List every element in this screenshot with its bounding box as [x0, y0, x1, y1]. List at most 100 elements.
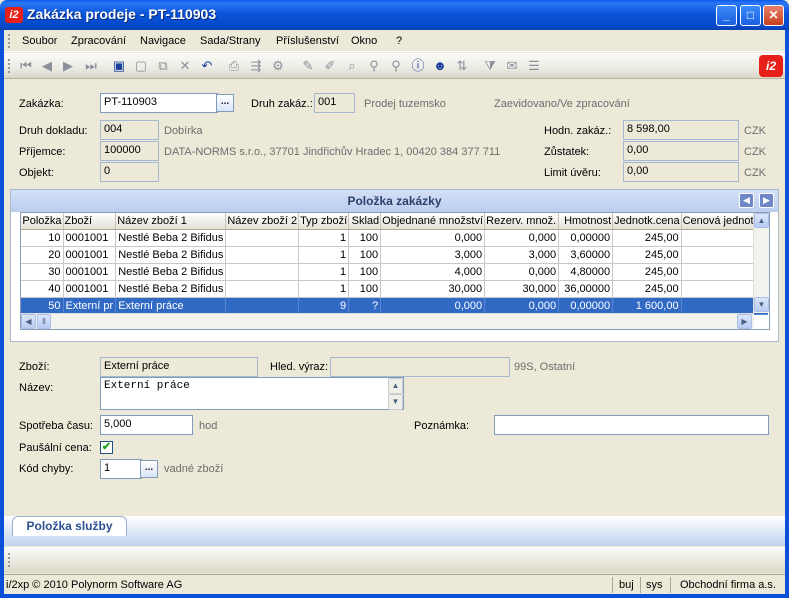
menu-sada-strany[interactable]: Sada/Strany [200, 35, 261, 47]
grid-cell[interactable] [225, 263, 300, 281]
druh-dokladu-field[interactable]: 004 [100, 120, 159, 140]
grid-cell[interactable]: 0001001 [63, 229, 117, 247]
prijemce-field[interactable]: 100000 [100, 141, 159, 161]
druh-zakaz-field[interactable]: 001 [314, 93, 355, 113]
toolbar-grip-icon[interactable] [8, 59, 11, 73]
grid-column-header[interactable]: Sklad [348, 213, 382, 230]
grid-cell[interactable]: ? [348, 297, 382, 315]
spotreba-casu-field[interactable]: 5,000 [100, 415, 193, 435]
menu-navigace[interactable]: Navigace [140, 35, 186, 47]
grid-cell[interactable]: 100 [348, 263, 382, 281]
zoom-icon[interactable]: ⌕ [344, 58, 360, 74]
grid-cell[interactable]: 3,000 [380, 246, 486, 264]
attachment-icon[interactable]: ✉ [504, 58, 520, 74]
grid-cell[interactable]: 36,00000 [558, 280, 614, 298]
scroll-thumb[interactable]: ⦀ [37, 314, 51, 329]
grid-cell[interactable] [225, 246, 300, 264]
grid-cell[interactable]: 0001001 [63, 246, 117, 264]
grid-column-header[interactable]: Název zboží 2 [225, 213, 300, 230]
grid-cell[interactable]: 30 [21, 263, 64, 281]
menu-help[interactable]: ? [396, 35, 402, 47]
grid-cell[interactable]: 245,00 [612, 246, 682, 264]
delete-icon[interactable]: ✕ [177, 58, 193, 74]
grid-cell[interactable] [225, 229, 300, 247]
app-logo-toolbar-icon[interactable]: i2 [759, 55, 783, 77]
grid-cell[interactable]: 100 [348, 280, 382, 298]
bottom-toolbar-grip-icon[interactable] [8, 553, 11, 567]
previous-record-icon[interactable]: ◀ [39, 58, 55, 74]
maximize-button[interactable]: □ [740, 5, 761, 26]
grid-cell[interactable]: 4,80000 [558, 263, 614, 281]
hled-vyraz-field[interactable] [330, 357, 510, 377]
scroll-down-icon[interactable]: ▼ [754, 297, 769, 312]
filter-icon[interactable]: ⧩ [482, 58, 498, 74]
scroll-right-icon[interactable]: ▶ [737, 314, 752, 329]
export-icon[interactable]: ⇶ [248, 58, 264, 74]
grid-column-header[interactable]: Rezerv. množ. [484, 213, 560, 230]
grid-cell[interactable]: Externí práce [115, 297, 227, 315]
grid-cell[interactable]: 0,000 [484, 229, 560, 247]
grid-cell[interactable]: 100 [348, 229, 382, 247]
items-grid[interactable]: Položka Zboží Název zboží 1 Název zboží 2 Ty… [20, 212, 770, 330]
grid-cell[interactable]: 30,000 [380, 280, 486, 298]
menu-soubor[interactable]: Soubor [22, 35, 57, 47]
grid-cell[interactable]: 0,000 [380, 297, 486, 315]
grid-column-header[interactable]: Hmotnost [558, 213, 614, 230]
panel-next-icon[interactable]: ▶ [759, 193, 774, 208]
grid-cell[interactable]: Nestlé Beba 2 Bifidus [115, 229, 227, 247]
grid-cell[interactable]: 245,00 [612, 280, 682, 298]
edit2-icon[interactable]: ✐ [322, 58, 338, 74]
grid-cell[interactable]: 245,00 [612, 263, 682, 281]
zakazka-field[interactable]: PT-110903 [100, 93, 218, 113]
list-icon[interactable]: ☰ [526, 58, 542, 74]
table-row[interactable]: 30 0001001 Nestlé Beba 2 Bifidus 1 100 4,000 0… [21, 263, 768, 281]
grid-cell[interactable]: 3,000 [484, 246, 560, 264]
grid-cell[interactable]: Externí pr [63, 297, 117, 315]
last-record-icon[interactable]: ⏭ [83, 58, 99, 74]
menu-prislusenstvi[interactable]: Příslušenství [276, 35, 339, 47]
grid-column-header[interactable]: Zboží [63, 213, 117, 230]
grid-cell[interactable]: 40 [21, 280, 64, 298]
grid-cell[interactable]: 1 600,00 [612, 297, 682, 315]
table-row[interactable]: 20 0001001 Nestlé Beba 2 Bifidus 1 100 3,000 3… [21, 246, 768, 264]
menu-zpracovani[interactable]: Zpracování [71, 35, 126, 47]
tab-polozka-sluzby[interactable]: Položka služby [12, 516, 127, 536]
grid-cell[interactable]: 3,60000 [558, 246, 614, 264]
grid-cell[interactable]: 0,000 [484, 297, 560, 315]
scroll-left-icon[interactable]: ◀ [21, 314, 36, 329]
settings-icon[interactable]: ⚙ [270, 58, 286, 74]
scroll-up-icon[interactable]: ▲ [754, 213, 769, 228]
grid-cell[interactable]: 100 [348, 246, 382, 264]
grid-column-header[interactable]: Položka [21, 213, 64, 230]
grid-cell[interactable]: 0,000 [380, 229, 486, 247]
close-button[interactable]: ✕ [763, 5, 784, 26]
grid-cell[interactable] [225, 280, 300, 298]
grid-cell[interactable]: 0001001 [63, 263, 117, 281]
grid-cell[interactable]: 0001001 [63, 280, 117, 298]
undo-icon[interactable]: ↶ [199, 58, 215, 74]
grid-column-header[interactable]: Název zboží 1 [115, 213, 227, 230]
title-bar[interactable]: i2 Zakázka prodeje - PT-110903 _ □ ✕ [0, 0, 789, 30]
poznamka-field[interactable] [494, 415, 769, 435]
kod-chyby-lookup-button[interactable]: ... [140, 460, 158, 478]
zakazka-lookup-button[interactable]: ... [216, 94, 234, 112]
grid-cell[interactable]: Nestlé Beba 2 Bifidus [115, 280, 227, 298]
grid-cell[interactable] [225, 297, 300, 315]
zbozi-field[interactable]: Externí práce [100, 357, 258, 377]
table-row[interactable]: 10 0001001 Nestlé Beba 2 Bifidus 1 100 0,000 0… [21, 229, 768, 247]
grid-vertical-scrollbar[interactable]: ▲ ▼ [753, 213, 769, 313]
grid-cell[interactable]: Nestlé Beba 2 Bifidus [115, 246, 227, 264]
pausalni-cena-checkbox[interactable]: ✔ [100, 441, 113, 454]
grid-cell[interactable]: 0,00000 [558, 297, 614, 315]
info-icon[interactable]: ⓘ [410, 58, 426, 74]
panel-prev-icon[interactable]: ◀ [739, 193, 754, 208]
grid-cell[interactable]: 245,00 [612, 229, 682, 247]
grid-cell[interactable]: Nestlé Beba 2 Bifidus [115, 263, 227, 281]
grid-cell[interactable]: 0,000 [484, 263, 560, 281]
grid-cell[interactable]: 1 [298, 246, 350, 264]
grid-cell[interactable]: 10 [21, 229, 64, 247]
grid-cell[interactable]: 4,000 [380, 263, 486, 281]
table-row[interactable]: 40 0001001 Nestlé Beba 2 Bifidus 1 100 30,000… [21, 280, 768, 298]
grid-cell[interactable]: 1 [298, 263, 350, 281]
grid-cell[interactable]: 0,00000 [558, 229, 614, 247]
